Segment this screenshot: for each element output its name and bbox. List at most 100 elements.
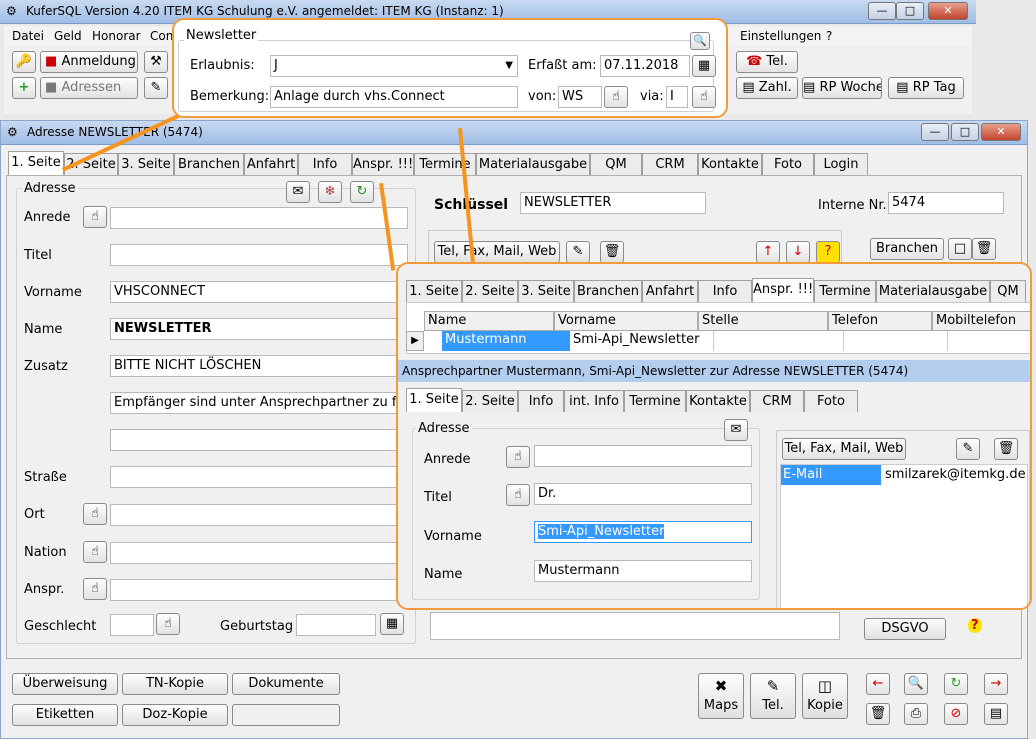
tab-termine[interactable]: Termine	[414, 153, 476, 175]
tab-anspr[interactable]: Anspr. !!!	[352, 153, 414, 175]
new-document-icon[interactable]: □	[948, 238, 972, 260]
menu-datei[interactable]: Datei	[12, 29, 44, 43]
tree-icon[interactable]: ❄	[318, 181, 342, 203]
arrow-down-icon[interactable]: ↓	[786, 241, 810, 263]
envelope-icon[interactable]: ✉	[724, 419, 748, 441]
eraser-icon[interactable]: ✎	[566, 241, 590, 263]
titel-field[interactable]	[110, 244, 408, 266]
trash-icon[interactable]: 🗑	[994, 438, 1018, 460]
hand-icon[interactable]: ☝	[83, 541, 107, 563]
contact-titel-field[interactable]: Dr.	[534, 483, 752, 505]
ort-field[interactable]	[110, 504, 408, 526]
name-field[interactable]: NEWSLETTER	[110, 318, 408, 340]
tab-kontakte[interactable]: Kontakte	[698, 153, 762, 175]
subtab-kontakte[interactable]: Kontakte	[686, 390, 750, 412]
cell-stelle[interactable]	[714, 331, 844, 351]
tab-anfahrt[interactable]: Anfahrt	[642, 280, 698, 302]
menu-geld[interactable]: Geld	[54, 29, 82, 43]
doz-kopie-button[interactable]: Doz-Kopie	[122, 704, 228, 726]
subtab-info[interactable]: Info	[518, 390, 564, 412]
calendar-icon[interactable]: ▦	[692, 55, 716, 77]
menu-help[interactable]: ?	[826, 29, 832, 43]
ueberweisung-button[interactable]: Überweisung	[12, 673, 118, 695]
cell-vorname[interactable]: Smi-Api_Newsletter	[570, 331, 714, 351]
anrede-field[interactable]	[110, 207, 408, 229]
branchen-button[interactable]: Branchen	[870, 238, 944, 260]
tab-branchen[interactable]: Branchen	[174, 153, 244, 175]
notes-field[interactable]	[430, 612, 840, 640]
arrow-up-icon[interactable]: ↑	[756, 241, 780, 263]
tab-branchen[interactable]: Branchen	[574, 280, 642, 302]
hand-icon[interactable]: ☝	[604, 86, 628, 108]
hand-icon[interactable]: ☝	[83, 503, 107, 525]
maximize-icon[interactable]: □	[896, 2, 924, 20]
maximize-icon[interactable]: □	[951, 123, 979, 141]
eraser-icon[interactable]: ✎	[144, 77, 168, 99]
subtab-seite-1[interactable]: 1. Seite	[406, 388, 462, 412]
grid-header-mobil[interactable]: Mobiltelefon	[932, 311, 1030, 331]
arrow-left-icon[interactable]: ←	[866, 673, 890, 695]
close-icon[interactable]: ✕	[981, 123, 1021, 141]
add-icon[interactable]: +	[12, 77, 36, 99]
adressen-button[interactable]: ■ Adressen	[40, 77, 138, 99]
cell-telefon[interactable]	[844, 331, 948, 351]
tel-fax-mail-button[interactable]: Tel, Fax, Mail, Web	[434, 241, 560, 263]
kopie-button[interactable]: ◫ Kopie	[802, 673, 848, 719]
trash-icon[interactable]: 🗑	[972, 238, 996, 260]
contact-name-field[interactable]: Mustermann	[534, 560, 752, 582]
contact-vorname-field[interactable]: Smi-Api_Newsletter	[534, 521, 752, 543]
comm-type[interactable]: E-Mail	[781, 465, 881, 485]
tab-seite-3[interactable]: 3. Seite	[518, 280, 574, 302]
tab-materialausgabe[interactable]: Materialausgabe	[476, 153, 590, 175]
dokumente-button[interactable]: Dokumente	[232, 673, 340, 695]
tab-info[interactable]: Info	[298, 153, 352, 175]
tool-icon[interactable]: ⚒	[144, 51, 168, 73]
hand-icon[interactable]: ☝	[506, 446, 530, 468]
menu-con[interactable]: Con	[150, 29, 173, 43]
tab-qm[interactable]: QM	[590, 153, 642, 175]
zahl-button[interactable]: ▤ Zahl.	[736, 77, 798, 99]
help-icon[interactable]: ?	[968, 618, 982, 633]
anspr-field[interactable]	[110, 579, 408, 601]
refresh-icon[interactable]: ↻	[944, 673, 968, 695]
grid-header-stelle[interactable]: Stelle	[698, 311, 828, 331]
save-icon[interactable]: ▤	[984, 703, 1008, 725]
comm-value[interactable]: smilzarek@itemkg.de	[883, 465, 1026, 485]
key-icon[interactable]: 🔑	[12, 51, 36, 73]
erfasst-field[interactable]: 07.11.2018	[600, 55, 690, 77]
tab-crm[interactable]: CRM	[642, 153, 698, 175]
tab-foto[interactable]: Foto	[762, 153, 814, 175]
tab-seite-1[interactable]: 1. Seite	[8, 151, 64, 175]
print-icon[interactable]: ⎙	[904, 703, 928, 725]
zoom-icon[interactable]: 🔍	[690, 32, 710, 50]
refresh-icon[interactable]: ↻	[350, 181, 374, 203]
help-icon[interactable]: ?	[816, 241, 840, 263]
strasse-field[interactable]	[110, 466, 408, 488]
tn-kopie-button[interactable]: TN-Kopie	[122, 673, 228, 695]
menu-honorar[interactable]: Honorar	[92, 29, 141, 43]
zusatz-field-3[interactable]	[110, 429, 408, 451]
cancel-icon[interactable]: ⊘	[944, 703, 968, 725]
anmeldung-button[interactable]: ■ Anmeldung	[40, 51, 138, 73]
grid-header-vorname[interactable]: Vorname	[554, 311, 698, 331]
vorname-field[interactable]: VHSCONNECT	[110, 281, 408, 303]
grid-header-telefon[interactable]: Telefon	[828, 311, 932, 331]
close-icon[interactable]: ✕	[928, 2, 968, 20]
subtab-crm[interactable]: CRM	[750, 390, 804, 412]
zoom-icon[interactable]: 🔍	[904, 673, 928, 695]
calendar-icon[interactable]: ▦	[380, 613, 404, 635]
table-row[interactable]: Mustermann Smi-Api_Newsletter	[424, 331, 1030, 351]
minimize-icon[interactable]: —	[868, 2, 896, 20]
hand-icon[interactable]: ☝	[156, 613, 180, 635]
tab-anfahrt[interactable]: Anfahrt	[244, 153, 298, 175]
tab-anspr[interactable]: Anspr. !!!	[752, 278, 814, 302]
schluessel-field[interactable]: NEWSLETTER	[520, 192, 706, 214]
dsgvo-button[interactable]: DSGVO	[864, 618, 946, 640]
hand-icon[interactable]: ☝	[83, 206, 107, 228]
hand-icon[interactable]: ☝	[506, 484, 530, 506]
tab-materialausgabe[interactable]: Materialausgabe	[876, 280, 990, 302]
maps-button[interactable]: ✖ Maps	[698, 673, 744, 719]
trash-icon[interactable]: 🗑	[866, 703, 890, 725]
tab-login[interactable]: Login	[814, 153, 868, 175]
tel-toolbar-button[interactable]: ☎ Tel.	[736, 51, 798, 73]
